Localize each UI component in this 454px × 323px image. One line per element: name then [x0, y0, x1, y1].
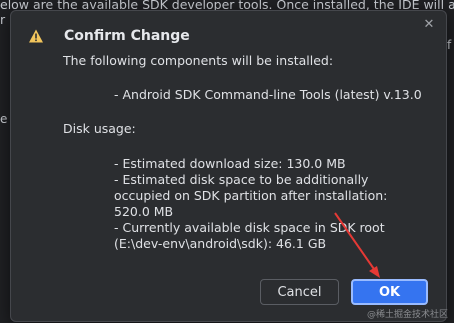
detail-line: - Estimated disk space to be additionall…: [114, 172, 369, 187]
dialog-title-row: Confirm Change: [28, 26, 190, 46]
background-edge-char-right: f: [447, 38, 452, 52]
intro-text: The following components will be install…: [63, 53, 334, 68]
close-icon[interactable]: ✕: [421, 16, 437, 32]
dialog-content: The following components will be install…: [63, 53, 435, 252]
disk-usage-label: Disk usage:: [63, 121, 136, 136]
detail-line: - Estimated download size: 130.0 MB: [114, 156, 346, 171]
component-item: - Android SDK Command-line Tools (latest…: [114, 87, 422, 102]
warning-icon: [28, 28, 44, 44]
watermark: @稀土掘金技术社区: [366, 310, 448, 320]
background-edge-char: e: [0, 112, 8, 126]
ok-button[interactable]: OK: [351, 279, 428, 305]
disk-usage-details: - Estimated download size: 130.0 MB - Es…: [63, 156, 435, 252]
detail-line: - Currently available disk space in SDK …: [114, 220, 385, 235]
confirm-change-dialog: Confirm Change ✕ The following component…: [10, 10, 447, 322]
cancel-button[interactable]: Cancel: [260, 279, 339, 305]
detail-line: occupied on SDK partition after installa…: [114, 188, 388, 203]
detail-line: (E:\dev-env\android\sdk): 46.1 GB: [114, 236, 327, 251]
dialog-title: Confirm Change: [64, 28, 190, 44]
detail-line: 520.0 MB: [114, 204, 174, 219]
